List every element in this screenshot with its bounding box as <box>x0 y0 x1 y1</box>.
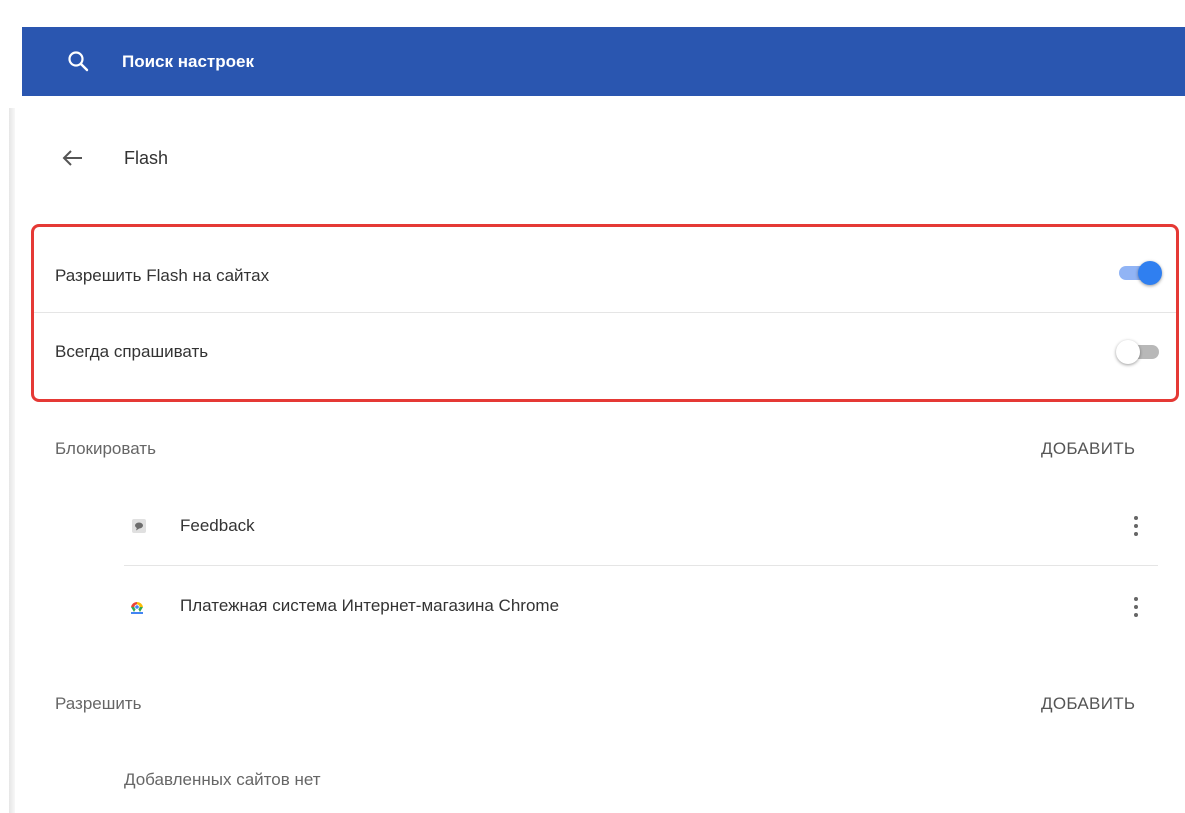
empty-state-text: Добавленных сайтов нет <box>124 770 321 789</box>
top-bar: Поиск настроек <box>0 0 1185 108</box>
arrow-left-icon[interactable] <box>60 146 86 170</box>
feedback-icon <box>132 519 146 533</box>
block-add-button[interactable]: ДОБАВИТЬ <box>1041 437 1135 461</box>
search-input[interactable]: Поиск настроек <box>122 27 254 96</box>
search-icon[interactable] <box>66 49 92 75</box>
highlight-frame <box>31 224 1179 402</box>
page-title: Flash <box>124 148 169 168</box>
more-vert-icon[interactable] <box>1126 513 1146 539</box>
more-vert-icon[interactable] <box>1126 594 1146 620</box>
block-section-title: Блокировать <box>55 439 156 458</box>
allow-flash-toggle[interactable] <box>1116 261 1162 285</box>
divider <box>34 312 1176 313</box>
always-ask-row[interactable]: Всегда спрашивать <box>55 332 1165 372</box>
allow-section-title: Разрешить <box>55 694 142 713</box>
chrome-webstore-icon <box>131 601 143 614</box>
allow-flash-label: Разрешить Flash на сайтах <box>55 266 270 285</box>
blocked-site-label[interactable]: Платежная система Интернет-магазина Chro… <box>180 594 559 618</box>
toggle-knob <box>1138 261 1162 285</box>
allow-flash-row[interactable]: Разрешить Flash на сайтах <box>55 256 1165 296</box>
always-ask-toggle[interactable] <box>1116 340 1162 364</box>
allow-add-button[interactable]: ДОБАВИТЬ <box>1041 692 1135 716</box>
blocked-site-label[interactable]: Feedback <box>180 514 255 538</box>
panel-edge <box>9 108 15 813</box>
divider <box>124 565 1158 566</box>
search-bar[interactable]: Поиск настроек <box>22 27 1185 96</box>
toggle-knob <box>1116 340 1140 364</box>
always-ask-label: Всегда спрашивать <box>55 342 209 361</box>
